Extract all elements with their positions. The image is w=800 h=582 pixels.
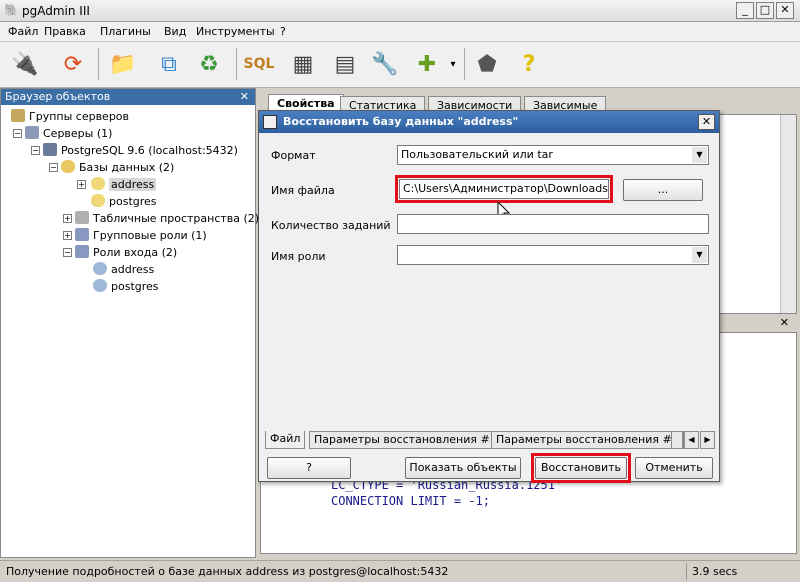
jobs-input[interactable] [397,214,709,234]
tree-expander[interactable]: − [31,146,40,155]
tree-expander[interactable]: + [77,180,86,189]
tree-group-roles[interactable]: Групповые роли (1) [75,227,207,244]
filename-label: Имя файла [271,184,335,197]
grid-filter-icon[interactable]: ▤ [328,47,362,81]
sql-icon[interactable]: SQL [242,47,276,81]
help-button[interactable]: ? [267,457,351,479]
server-icon [43,143,57,156]
chevron-down-icon[interactable]: ▼ [692,247,707,263]
tree-expander[interactable]: − [13,129,22,138]
servers-icon [25,126,39,139]
group-roles-icon [75,228,89,241]
tree-expander[interactable]: + [63,231,72,240]
user-icon [93,262,107,275]
window-title: pgAdmin III [22,4,90,18]
tree-databases[interactable]: Базы данных (2) [61,159,174,176]
menu-bar: Файл Правка Плагины Вид Инструменты ? [0,22,800,42]
plugin-icon[interactable]: ✚ [410,47,444,81]
menu-edit[interactable]: Правка [44,25,86,38]
copy-icon[interactable]: ⧉ [152,47,186,81]
login-roles-icon [75,245,89,258]
restore-highlight [531,453,631,483]
format-label: Формат [271,149,316,162]
menu-file[interactable]: Файл [8,25,38,38]
dialog-icon [263,115,277,129]
pg-elephant-icon: 🐘 [4,3,19,17]
refresh-icon[interactable]: ⟳ [56,47,90,81]
dialog-title: Восстановить базу данных "address" [283,115,519,128]
database-icon [91,177,105,190]
close-icon[interactable]: ✕ [240,89,249,105]
status-bar: Получение подробностей о базе данных add… [0,560,800,582]
tree-expander[interactable]: + [63,214,72,223]
tab-scroll-left-icon[interactable]: ◀ [684,431,699,449]
tree-expander[interactable]: − [63,248,72,257]
window-titlebar: 🐘 pgAdmin III _ □ ✕ [0,0,800,22]
properties-scrollbar[interactable] [780,115,796,313]
toolbar-separator [236,48,237,80]
status-time: 3.9 secs [692,565,738,578]
menu-view[interactable]: Вид [164,25,186,38]
tree-db-address[interactable]: address [91,176,157,193]
menu-tools[interactable]: Инструменты [196,25,275,38]
dialog-titlebar: Восстановить базу данных "address" ✕ [259,111,719,133]
role-label: Имя роли [271,250,326,263]
tablespaces-icon [75,211,89,224]
tree-login-roles[interactable]: Роли входа (2) [75,244,177,261]
minimize-button[interactable]: _ [736,2,754,19]
object-browser-title: Браузер объектов [5,90,111,103]
format-select[interactable]: Пользовательский или tar ▼ [397,145,709,165]
toolbar: 🔌 ⟳ 📁 ⧉ ♻ SQL ▦ ▤ 🔧 ✚ ▾ ⬟ ? [0,42,800,88]
wrench-icon[interactable]: 🔧 [368,47,402,81]
user-icon [93,279,107,292]
help-icon[interactable]: ? [512,47,546,81]
tree-expander[interactable]: − [49,163,58,172]
object-browser-header: Браузер объектов ✕ [1,89,255,105]
tree-tablespaces[interactable]: Табличные пространства (2) [75,210,259,227]
status-separator [686,563,687,580]
dialog-tab-overflow[interactable] [671,431,683,449]
server-group-icon [11,109,25,122]
toolbar-separator [464,48,465,80]
grid-icon[interactable]: ▦ [286,47,320,81]
trash-icon[interactable]: ♻ [192,47,226,81]
dialog-tab-restore-options-1[interactable]: Параметры восстановления #1 [309,431,502,449]
tree-role-postgres[interactable]: postgres [93,278,159,295]
dialog-close-button[interactable]: ✕ [698,114,715,130]
dialog-tab-restore-options-2[interactable]: Параметры восстановления #2 [491,431,684,449]
elephant-icon[interactable]: ⬟ [470,47,504,81]
database-icon [91,194,105,207]
tree-servers[interactable]: Серверы (1) [25,125,112,142]
chevron-down-icon[interactable]: ▼ [692,147,707,163]
close-window-button[interactable]: ✕ [776,2,794,19]
tab-scroll-right-icon[interactable]: ▶ [700,431,715,449]
cancel-button[interactable]: Отменить [635,457,713,479]
object-browser: Браузер объектов ✕ Группы серверов − Сер… [0,88,259,558]
role-select[interactable]: ▼ [397,245,709,265]
databases-icon [61,160,75,173]
dialog-tab-file[interactable]: Файл [265,431,306,449]
chevron-down-icon[interactable]: ▾ [446,47,460,81]
show-objects-button[interactable]: Показать объекты [405,457,521,479]
folder-icon[interactable]: 📁 [106,47,140,81]
toolbar-separator [98,48,99,80]
maximize-button[interactable]: □ [756,2,774,19]
filename-highlight [395,175,613,203]
status-message: Получение подробностей о базе данных add… [6,565,449,578]
jobs-label: Количество заданий [271,219,391,232]
tree-server-postgresql[interactable]: PostgreSQL 9.6 (localhost:5432) [43,142,238,159]
tree-db-postgres[interactable]: postgres [91,193,157,210]
tree-server-groups[interactable]: Группы серверов [11,108,129,125]
browse-button[interactable]: ... [623,179,703,201]
tree-role-address[interactable]: address [93,261,154,278]
close-icon[interactable]: ✕ [780,316,789,329]
menu-plugins[interactable]: Плагины [100,25,151,38]
menu-help[interactable]: ? [280,25,286,38]
sql-line: CONNECTION LIMIT = -1; [331,494,490,508]
restore-database-dialog: Восстановить базу данных "address" ✕ Фор… [258,110,720,483]
plug-icon[interactable]: 🔌 [8,47,42,81]
